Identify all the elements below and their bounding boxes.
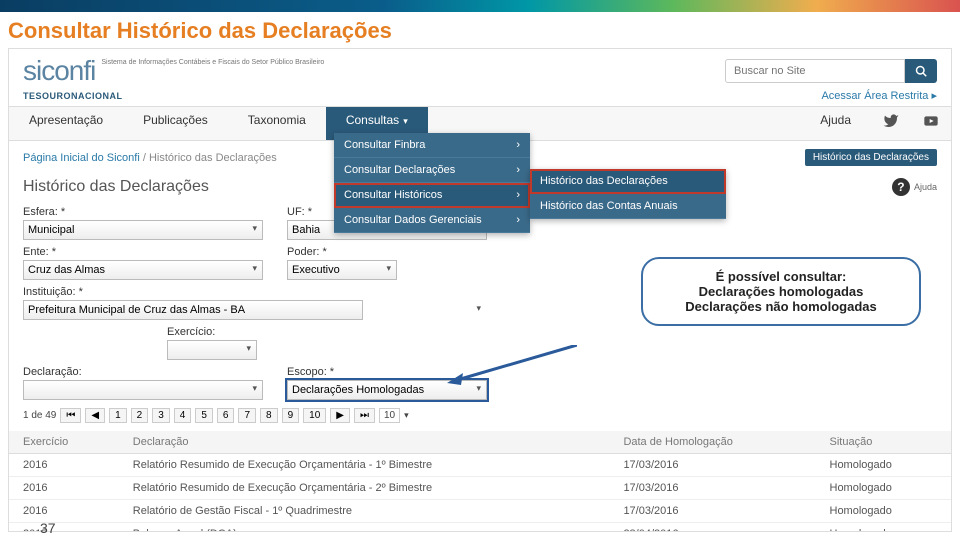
callout-line1: É possível consultar: (657, 269, 905, 284)
consultas-dropdown: Consultar Finbra› Consultar Declarações›… (334, 133, 530, 233)
top-gradient-bar (0, 0, 960, 12)
pager-page-10[interactable]: 10 (303, 408, 326, 423)
table-row[interactable]: 2016Relatório Resumido de Execução Orçam… (9, 477, 951, 500)
tesouro-label: TesouroNacional (23, 91, 123, 101)
table-row[interactable]: 2016Relatório de Gestão Fiscal - 1º Quad… (9, 500, 951, 523)
pager-prev[interactable]: ◀ (85, 408, 105, 423)
results-table: Exercício Declaração Data de Homologação… (9, 431, 951, 532)
table-cell: 2016 (9, 454, 119, 477)
main-nav: Apresentação Publicações Taxonomia Consu… (9, 106, 951, 141)
slide-page-number: 37 (40, 520, 56, 536)
nav-ajuda[interactable]: Ajuda (800, 107, 871, 140)
breadcrumb: Página Inicial do Siconfi / Histórico da… (23, 152, 277, 164)
dd-historico-declaracoes[interactable]: Histórico das Declarações (530, 169, 726, 194)
select-instituicao[interactable] (23, 300, 363, 320)
dd-consultar-declaracoes[interactable]: Consultar Declarações› (334, 158, 530, 183)
dd-consultar-finbra[interactable]: Consultar Finbra› (334, 133, 530, 158)
twitter-icon[interactable] (871, 107, 911, 140)
pager-pagesize[interactable]: 10 (379, 408, 400, 423)
search-icon (915, 65, 927, 77)
logo: siconfi Sistema de Informações Contábeis… (23, 55, 324, 87)
callout-line2: Declarações homologadas (657, 284, 905, 299)
table-cell: 2016 (9, 477, 119, 500)
annotation-callout: É possível consultar: Declarações homolo… (641, 257, 921, 326)
callout-line3: Declarações não homologadas (657, 299, 905, 314)
table-cell: Relatório de Gestão Fiscal - 1º Quadrime… (119, 500, 610, 523)
table-cell: 2016 (9, 500, 119, 523)
th-data[interactable]: Data de Homologação (609, 431, 815, 454)
table-cell: Balanço Anual (DCA) (119, 523, 610, 533)
label-exercicio: Exercício: (167, 326, 277, 338)
breadcrumb-home[interactable]: Página Inicial do Siconfi (23, 152, 140, 164)
label-poder: Poder: * (287, 246, 397, 258)
page-tag: Histórico das Declarações (805, 149, 937, 166)
dd-consultar-dados-gerenciais[interactable]: Consultar Dados Gerenciais› (334, 208, 530, 233)
pager-page-8[interactable]: 8 (260, 408, 278, 423)
table-row[interactable]: 2016Relatório Resumido de Execução Orçam… (9, 454, 951, 477)
select-declaracao[interactable] (23, 380, 263, 400)
pager-page-4[interactable]: 4 (174, 408, 192, 423)
select-ente[interactable] (23, 260, 263, 280)
pager-last[interactable]: ⏭ (354, 408, 375, 423)
page-title: Histórico das Declarações (23, 178, 209, 196)
pager-next[interactable]: ▶ (330, 408, 350, 423)
youtube-icon[interactable] (911, 107, 951, 140)
logo-text: siconfi (23, 55, 95, 87)
chevron-right-icon: › (516, 189, 520, 201)
breadcrumb-current: Histórico das Declarações (149, 152, 277, 164)
nav-publicacoes[interactable]: Publicações (123, 107, 228, 140)
table-row[interactable]: 2015Balanço Anual (DCA)28/04/2016Homolog… (9, 523, 951, 533)
help-icon[interactable]: ? (892, 178, 910, 196)
label-declaracao: Declaração: (23, 366, 263, 378)
search-button[interactable] (905, 59, 937, 83)
table-cell: 28/04/2016 (609, 523, 815, 533)
table-cell: 17/03/2016 (609, 477, 815, 500)
table-cell: Homologado (816, 477, 952, 500)
slide-title: Consultar Histórico das Declarações (0, 12, 960, 48)
pager-label: 1 de 49 (23, 410, 56, 421)
select-exercicio[interactable] (167, 340, 257, 360)
chevron-right-icon: › (516, 214, 520, 226)
table-cell: Homologado (816, 523, 952, 533)
table-cell: 17/03/2016 (609, 454, 815, 477)
logo-subtitle: Sistema de Informações Contábeis e Fisca… (101, 59, 324, 67)
table-cell: 17/03/2016 (609, 500, 815, 523)
label-instituicao: Instituição: * (23, 286, 487, 298)
search-input[interactable] (725, 59, 905, 83)
select-esfera[interactable] (23, 220, 263, 240)
dd-consultar-historicos[interactable]: Consultar Históricos› (334, 183, 530, 208)
chevron-right-icon: › (516, 139, 520, 151)
pager-first[interactable]: ⏮ (60, 408, 81, 423)
th-exercicio[interactable]: Exercício (9, 431, 119, 454)
callout-arrow (447, 345, 577, 385)
table-cell: Relatório Resumido de Execução Orçamentá… (119, 454, 610, 477)
label-esfera: Esfera: * (23, 206, 263, 218)
chevron-right-icon: › (516, 164, 520, 176)
nav-taxonomia[interactable]: Taxonomia (228, 107, 326, 140)
restricted-area-link[interactable]: Acessar Área Restrita ▸ (821, 89, 937, 102)
table-cell: Homologado (816, 454, 952, 477)
pager-page-5[interactable]: 5 (195, 408, 213, 423)
select-poder[interactable] (287, 260, 397, 280)
th-situacao[interactable]: Situação (816, 431, 952, 454)
nav-apresentacao[interactable]: Apresentação (9, 107, 123, 140)
pager-page-7[interactable]: 7 (238, 408, 256, 423)
app-frame: siconfi Sistema de Informações Contábeis… (8, 48, 952, 532)
pager-page-3[interactable]: 3 (152, 408, 170, 423)
th-declaracao[interactable]: Declaração (119, 431, 610, 454)
dd-historico-contas-anuais[interactable]: Histórico das Contas Anuais (530, 194, 726, 219)
help-label: Ajuda (914, 182, 937, 192)
pager-page-6[interactable]: 6 (217, 408, 235, 423)
table-cell: Homologado (816, 500, 952, 523)
pager-page-1[interactable]: 1 (109, 408, 127, 423)
table-cell: 2015 (9, 523, 119, 533)
pager-page-2[interactable]: 2 (131, 408, 149, 423)
table-cell: Relatório Resumido de Execução Orçamentá… (119, 477, 610, 500)
pager: 1 de 49 ⏮ ◀ 1 2 3 4 5 6 7 8 9 10 ▶ ⏭ 10▾ (9, 400, 951, 431)
historicos-submenu: Histórico das Declarações Histórico das … (530, 169, 726, 219)
pager-page-9[interactable]: 9 (282, 408, 300, 423)
label-ente: Ente: * (23, 246, 263, 258)
